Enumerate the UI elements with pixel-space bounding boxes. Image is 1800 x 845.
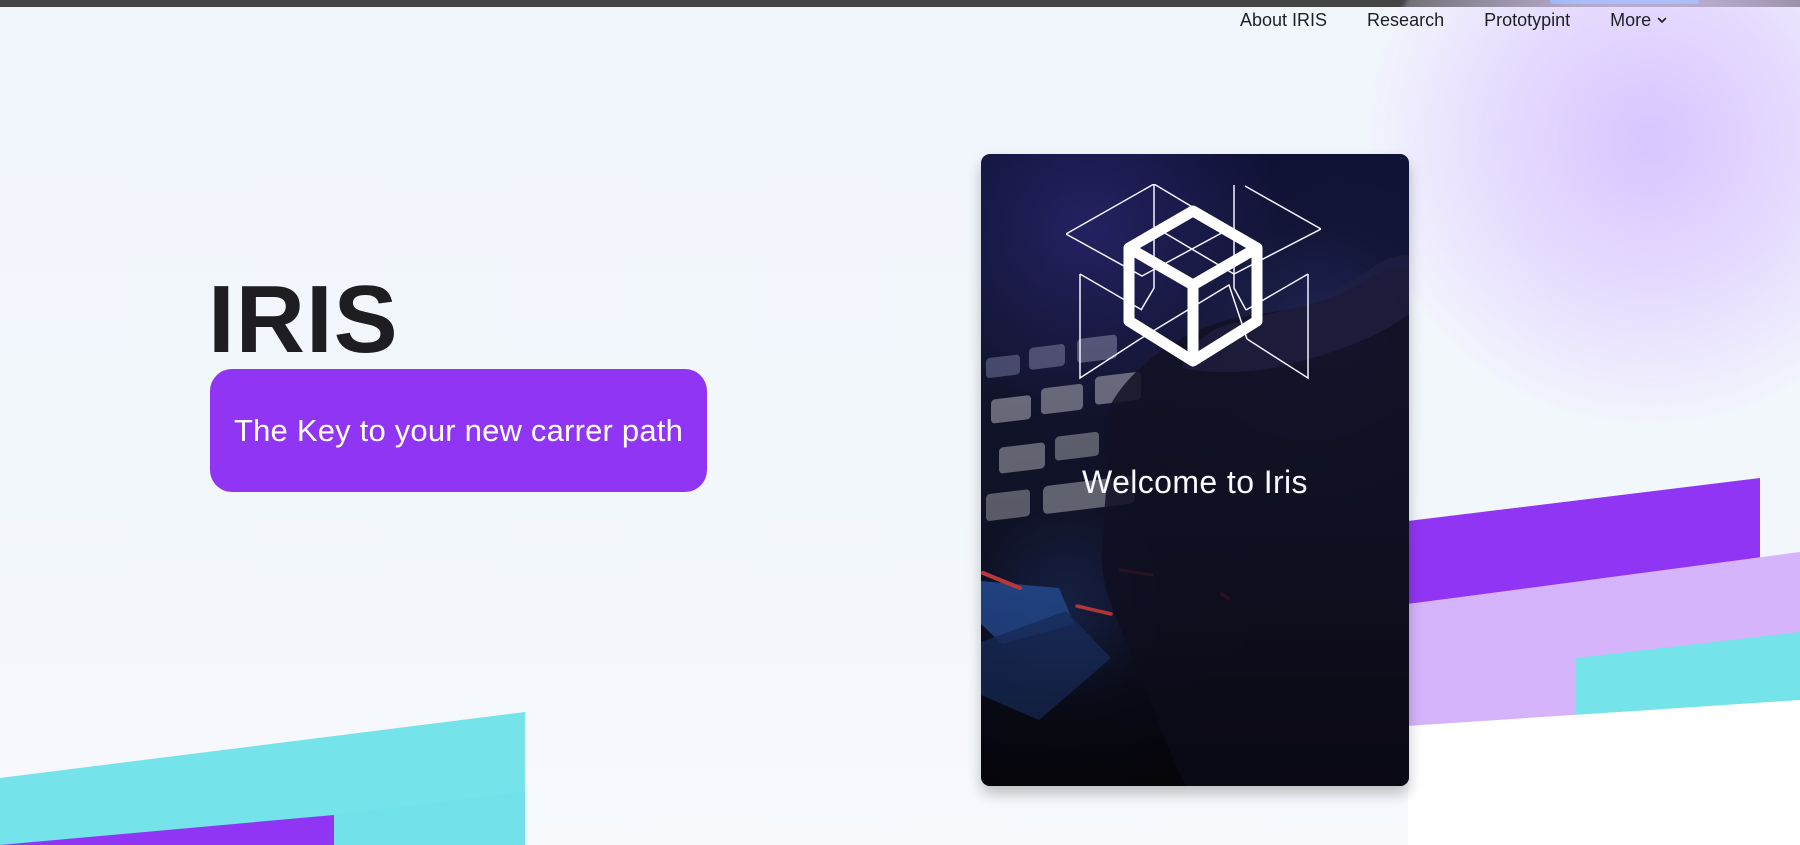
nav-about-iris-label: About IRIS — [1240, 9, 1328, 30]
welcome-card: Welcome to Iris — [981, 154, 1409, 786]
hero-title: IRIS — [208, 266, 399, 373]
hero-tagline: The Key to your new carrer path — [233, 412, 684, 448]
right-light-purple-band — [1408, 552, 1800, 726]
landing-page: About IRIS Research Prototypint More IRI… — [0, 0, 1800, 845]
bottom-left-purple-shape — [0, 815, 334, 845]
inner-cube — [1123, 205, 1263, 367]
top-navigation: About IRIS Research Prototypint More — [1240, 7, 1667, 33]
tagline-card: The Key to your new carrer path — [210, 369, 707, 492]
nav-research-label: Research — [1367, 9, 1445, 30]
nav-prototyping-label: Prototypint — [1484, 9, 1571, 30]
right-white-floor — [1408, 700, 1800, 845]
nav-more[interactable]: More — [1610, 10, 1667, 31]
bottom-left-cyan-shape — [0, 712, 525, 845]
bottom-left-cyan-overlay — [334, 792, 525, 845]
keyboard-key — [986, 354, 1020, 378]
outer-cube-line — [1233, 185, 1247, 311]
keyboard-key — [1055, 431, 1099, 461]
right-cyan-band — [1576, 632, 1800, 781]
nav-research[interactable]: Research — [1367, 10, 1444, 31]
card-caption: Welcome to Iris — [1082, 464, 1308, 500]
red-led — [1075, 604, 1113, 616]
background-glow — [1370, 0, 1800, 420]
keyboard-key — [1029, 344, 1065, 370]
inner-cube-lines — [1126, 243, 1260, 361]
keyboard-key — [991, 395, 1031, 424]
right-purple-band — [1408, 478, 1760, 604]
chevron-down-icon — [1657, 17, 1667, 23]
nav-more-label: More — [1610, 9, 1652, 30]
outer-cube-line — [1140, 184, 1155, 311]
nav-about-iris[interactable]: About IRIS — [1240, 10, 1327, 31]
cube-logo-icon — [1066, 184, 1321, 380]
nav-prototyping[interactable]: Prototypint — [1484, 10, 1570, 31]
